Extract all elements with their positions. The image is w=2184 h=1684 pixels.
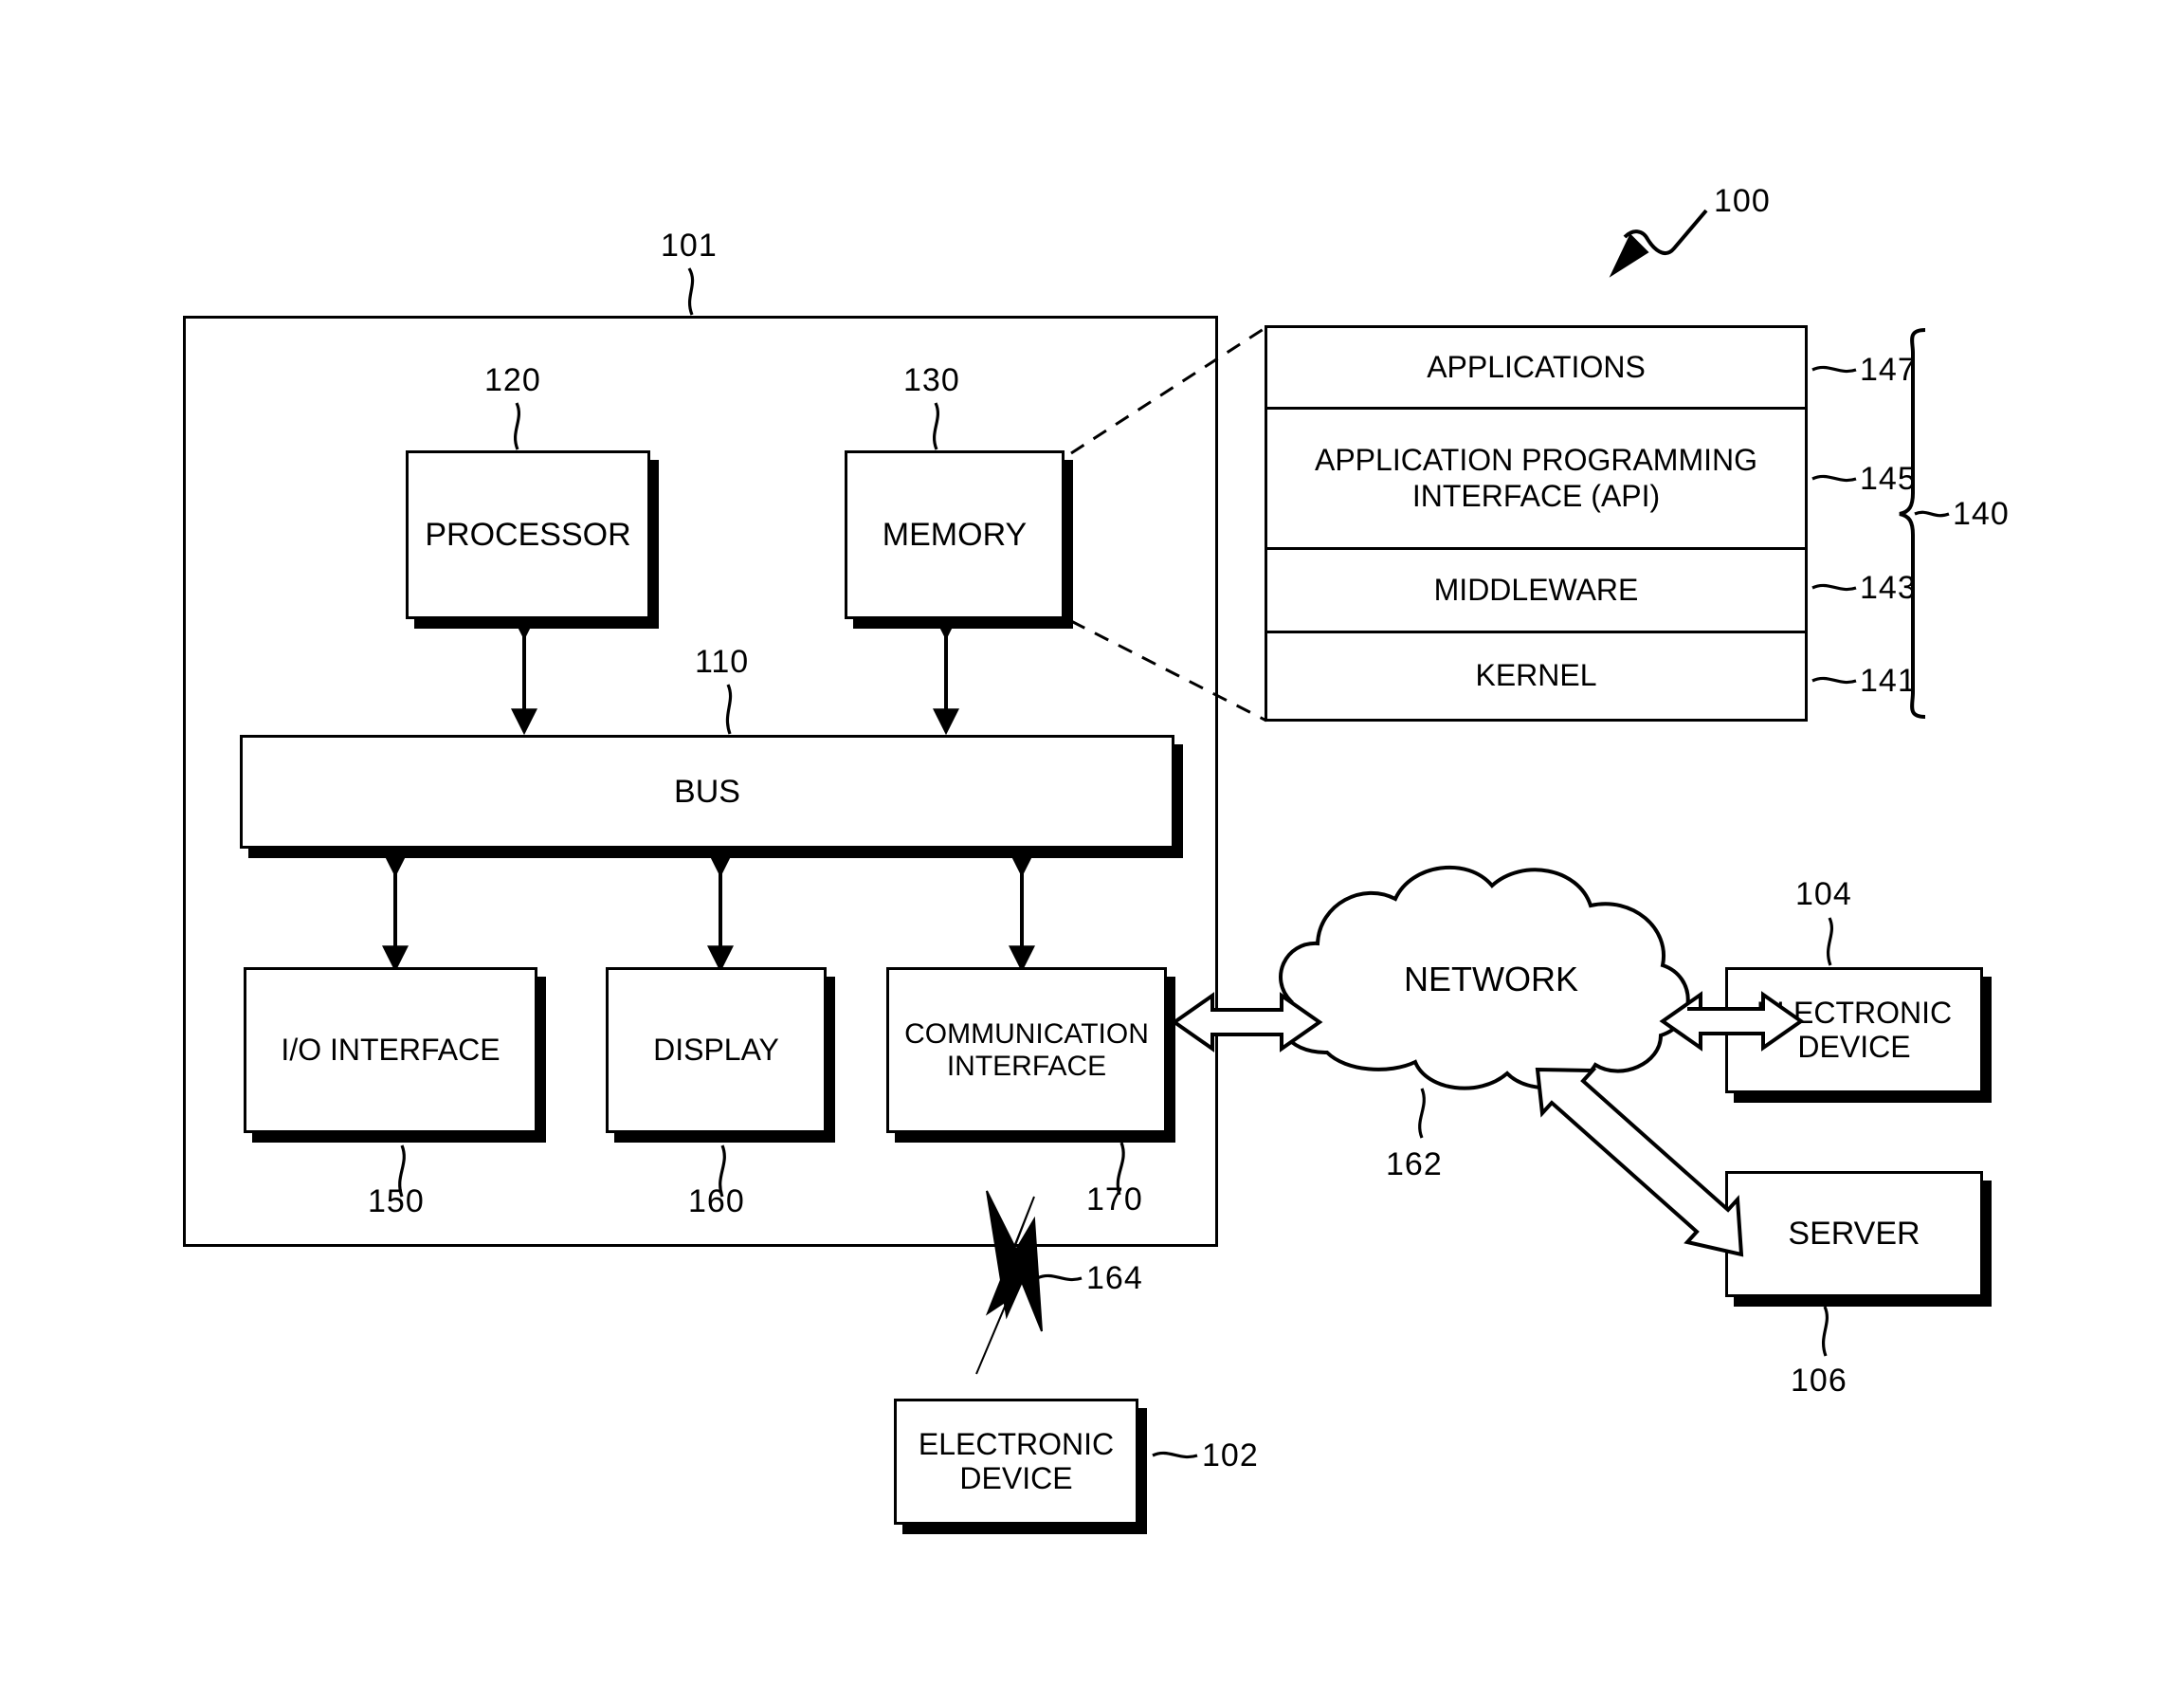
stack-layer-api: APPLICATION PROGRAMMING INTERFACE (API) [1267,410,1805,550]
refnum-140: 140 [1953,496,2010,532]
figure-100-pointer [1623,209,1708,255]
display-label: DISPLAY [653,1032,779,1067]
refnum-100: 100 [1714,183,1771,219]
network-cloud-icon [1279,865,1690,1090]
leader-143 [1811,583,1857,592]
refnum-141: 141 [1860,663,1917,699]
refnum-164: 164 [1086,1260,1143,1296]
api-label-line2: INTERFACE (API) [1411,478,1661,513]
refnum-110: 110 [695,644,750,680]
leader-164 [1036,1273,1083,1282]
memory-box: MEMORY [845,450,1065,619]
memory-label: MEMORY [882,516,1028,553]
electronic-device-104-label-line2: DEVICE [1797,1029,1911,1064]
refnum-101: 101 [661,228,718,264]
leader-141 [1811,676,1857,685]
leader-106 [1821,1306,1829,1357]
electronic-device-102-box: ELECTRONIC DEVICE [894,1399,1138,1525]
electronic-device-102-label-line1: ELECTRONIC [918,1426,1115,1461]
network-to-server-arrow [1535,1067,1744,1257]
leader-162 [1418,1088,1426,1139]
refnum-145: 145 [1860,461,1917,497]
refnum-160: 160 [688,1183,745,1219]
refnum-147: 147 [1860,352,1917,388]
leader-140 [1914,510,1950,518]
leader-145 [1811,474,1857,483]
stack-layer-middleware: MIDDLEWARE [1267,550,1805,633]
communication-interface-label-line2: INTERFACE [946,1050,1107,1082]
refnum-104: 104 [1795,876,1852,912]
leader-101 [687,267,695,316]
electronic-device-104-label-line1: ELECTRONIC [1756,995,1953,1030]
communication-interface-box: COMMUNICATION INTERFACE [886,967,1167,1133]
figure-100-nib-icon [1609,233,1649,278]
refnum-102: 102 [1202,1437,1259,1474]
refnum-162: 162 [1386,1146,1443,1182]
refnum-170: 170 [1086,1181,1143,1217]
network-label: NETWORK [1404,960,1578,998]
refnum-106: 106 [1791,1363,1847,1399]
stack-layer-kernel: KERNEL [1267,633,1805,719]
display-box: DISPLAY [606,967,827,1133]
refnum-150: 150 [368,1183,425,1219]
kernel-label: KERNEL [1475,658,1597,693]
bus-box: BUS [240,735,1174,849]
io-interface-box: I/O INTERFACE [244,967,537,1133]
server-106-box: SERVER [1725,1171,1983,1297]
electronic-device-102-label-line2: DEVICE [959,1460,1073,1495]
refnum-143: 143 [1860,570,1917,606]
leader-102 [1152,1451,1198,1459]
refnum-130: 130 [903,362,960,398]
processor-box: PROCESSOR [406,450,650,619]
api-label-line1: APPLICATION PROGRAMMING [1314,443,1757,478]
middleware-label: MIDDLEWARE [1433,572,1639,607]
stack-layer-applications: APPLICATIONS [1267,328,1805,410]
io-interface-label: I/O INTERFACE [281,1032,500,1067]
program-module-stack: APPLICATIONS APPLICATION PROGRAMMING INT… [1265,325,1808,722]
processor-label: PROCESSOR [425,516,631,553]
refnum-120: 120 [484,362,541,398]
applications-label: APPLICATIONS [1427,349,1646,384]
leader-147 [1811,365,1857,374]
bus-label: BUS [674,773,740,810]
patent-figure-canvas: PROCESSOR MEMORY BUS I/O INTERFACE DISPL… [0,0,2184,1684]
server-106-label: SERVER [1788,1216,1920,1253]
electronic-device-104-box: ELECTRONIC DEVICE [1725,967,1983,1093]
communication-interface-label-line1: COMMUNICATION [904,1017,1149,1050]
leader-104 [1826,917,1834,966]
